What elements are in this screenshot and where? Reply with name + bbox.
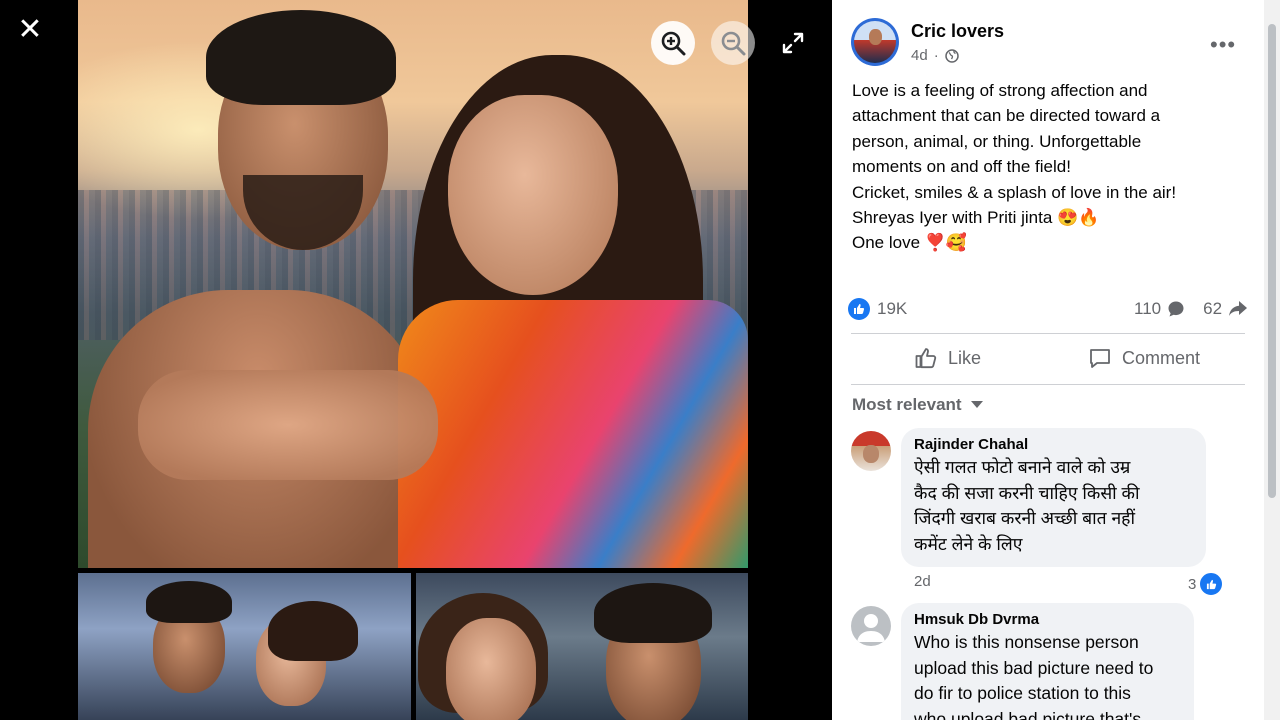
photo-hands [138,370,438,480]
post-text: Love is a feeling of strong affection an… [852,78,1232,256]
page-avatar[interactable] [851,18,899,66]
post-meta: 4d · [911,47,959,64]
comment-text: ऐसी गलत फोटो बनाने वाले को उम्र कैद की स… [914,455,1192,557]
post-text-line: attachment that can be directed toward a [852,106,1161,126]
post-text-line: Shreyas Iyer with Priti jinta 😍🔥 [852,208,1100,228]
post-text-line: One love ❣️🥰 [852,233,968,253]
like-button[interactable]: Like [914,346,981,370]
comment-text-line: who upload bad picture that's [914,708,1142,720]
fullscreen-icon[interactable] [781,31,805,55]
caret-down-icon [970,401,983,408]
thumb-woman-head [446,618,536,720]
close-icon[interactable]: ✕ [16,15,44,45]
post-time[interactable]: 4d [911,47,928,64]
comment-button[interactable]: Comment [1088,346,1200,370]
divider [851,384,1245,385]
comment-bubble: Hmsuk Db Dvrma Who is this nonsense pers… [901,603,1194,720]
comment-author[interactable]: Rajinder Chahal [914,436,1192,453]
post-text-line: Love is a feeling of strong affection an… [852,81,1148,100]
photo-thumbnail-left[interactable] [78,573,411,720]
globe-icon [944,48,959,63]
photo-thumbnail-right[interactable] [416,573,748,720]
comment-sort-dropdown[interactable]: Most relevant [852,395,984,415]
comments-count[interactable]: 110 [1134,299,1161,319]
comment-bubble: Rajinder Chahal ऐसी गलत फोटो बनाने वाले … [901,428,1206,567]
commenter-avatar[interactable] [851,431,891,471]
zoom-in-button[interactable] [651,21,695,65]
avatar-face [869,29,882,45]
scrollbar[interactable] [1264,0,1280,720]
sort-label: Most relevant [852,395,962,414]
reactions-summary[interactable]: 19K [848,298,907,320]
thumb-man-hair [594,583,712,643]
engagement-counts: 110 62 [1134,299,1248,319]
thumb-man-hair [146,581,232,623]
default-user-icon [857,614,885,642]
comment-text-line: जिंदगी खराब करनी अच्छी बात नहीं [914,508,1135,528]
like-reaction-icon [1198,571,1225,597]
commenter-avatar[interactable] [851,606,891,646]
comment-text-line: upload this bad picture need to [914,657,1154,678]
comment-author[interactable]: Hmsuk Db Dvrma [914,611,1180,628]
comment-text-line: कैद की सजा करनी चाहिए किसी की [914,482,1140,503]
scrollbar-thumb[interactable] [1268,24,1276,498]
comment-bubble-icon [1168,301,1184,317]
comment-text-line: ऐसी गलत फोटो बनाने वाले को उम्र [914,457,1131,477]
zoom-out-button[interactable] [711,21,755,65]
comment-reactions[interactable]: 3 [1188,571,1225,597]
comment-icon [1090,349,1110,368]
like-label: Like [948,347,982,368]
thumb-woman-hair [268,601,358,661]
thumbs-up-icon [915,348,937,369]
share-arrow-icon [1229,301,1248,316]
more-options-button[interactable]: ••• [1210,32,1236,58]
zoom-in-icon [661,31,686,56]
page-name-link[interactable]: Cric lovers [911,21,1004,42]
comment-time[interactable]: 2d [914,573,931,590]
reactions-count: 19K [877,299,908,318]
shares-count[interactable]: 62 [1203,299,1222,319]
zoom-out-icon [721,31,746,56]
like-reaction-icon [848,298,870,320]
post-text-line: person, animal, or thing. Unforgettable [852,131,1142,151]
photo-viewer: ✕ [0,0,832,720]
photo-saree [398,300,748,568]
post-text-line: moments on and off the field! [852,157,1071,177]
comment-reaction-count: 3 [1188,575,1197,593]
post-text-line: Cricket, smiles & a splash of love in th… [852,182,1177,202]
main-photo[interactable] [78,0,748,568]
divider [851,333,1245,334]
comment-text-line: कमेंट लेने के लिए [914,533,1023,554]
avatar-face [863,445,879,463]
photo-man-hair [206,10,396,105]
comment-text-line: Who is this nonsense person [914,632,1139,652]
comment-label: Comment [1122,347,1201,368]
post-panel: Cric lovers 4d · ••• Love is a feeling o… [832,0,1280,720]
comment-text-line: do fir to police station to this [914,683,1131,703]
avatar-image [854,21,896,63]
comment-text: Who is this nonsense person upload this … [914,630,1180,720]
photo-woman-face [448,95,618,295]
